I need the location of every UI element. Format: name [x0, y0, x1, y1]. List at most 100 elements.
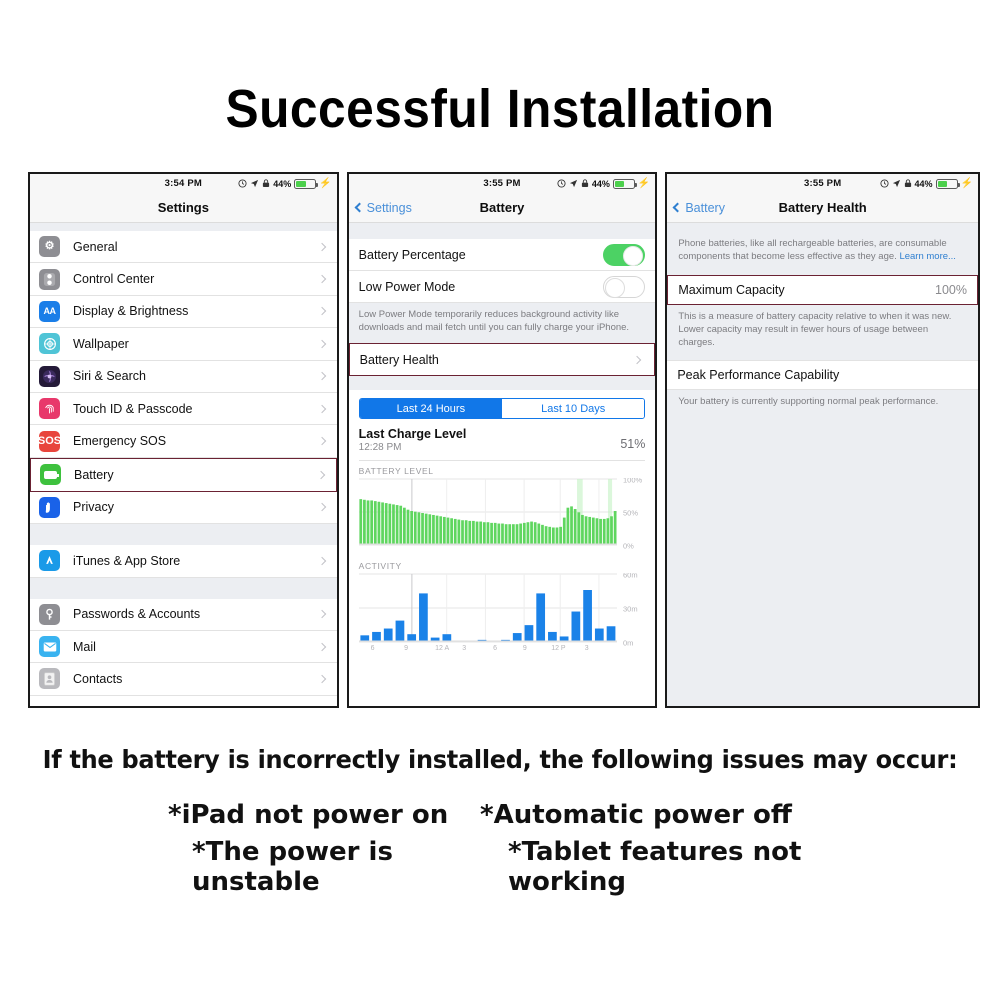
low-power-mode-row[interactable]: Low Power Mode — [348, 271, 656, 303]
svg-text:50%: 50% — [623, 509, 638, 518]
charging-bolt-icon: ⚡ — [319, 177, 332, 189]
status-bar-indicators: 44% ⚡ — [879, 174, 973, 193]
page-title: Successful Installation — [225, 79, 775, 139]
battery-health-nav-title: Battery Health — [778, 200, 867, 215]
sidebar-item-general[interactable]: ⚙ General — [30, 231, 337, 264]
list-group-gap — [30, 524, 337, 546]
sidebar-item-passwords-accounts[interactable]: Passwords & Accounts — [30, 598, 337, 631]
chevron-right-icon — [317, 274, 326, 284]
issue-item: *Automatic power off — [480, 800, 792, 830]
list-group-gap — [30, 577, 337, 599]
svg-text:9: 9 — [523, 645, 527, 652]
settings-screen: 3:54 PM 44% ⚡ Settings ⚙ General Control… — [28, 172, 339, 708]
sidebar-item-display-brightness[interactable]: AA Display & Brightness — [30, 295, 337, 329]
battery-health-label: Battery Health — [359, 352, 439, 367]
battery-health-row[interactable]: Battery Health — [348, 343, 656, 377]
chevron-right-icon — [317, 372, 326, 381]
svg-text:3: 3 — [462, 645, 466, 652]
last-charge-level-time: 12:28 PM — [358, 442, 402, 454]
siri-icon — [39, 365, 60, 387]
sidebar-item-touch-id-passcode[interactable]: Touch ID & Passcode — [30, 392, 337, 426]
status-bar-indicators: 44% ⚡ — [557, 174, 650, 193]
issues-list: *iPad not power on *Automatic power off … — [0, 800, 1000, 904]
battery-icon — [935, 178, 960, 189]
app-store-icon — [39, 550, 60, 572]
chevron-right-icon — [317, 556, 326, 566]
sidebar-item-itunes-app-store[interactable]: iTunes & App Store — [30, 545, 337, 578]
battery-percentage-row[interactable]: Battery Percentage — [348, 239, 656, 271]
touch-id-icon — [39, 398, 60, 420]
screenshot-panels: 3:54 PM 44% ⚡ Settings ⚙ General Control… — [28, 172, 980, 708]
section-gap — [348, 223, 656, 239]
activity-chart-title: ACTIVITY — [348, 556, 656, 574]
battery-health-intro: Phone batteries, like all rechargeable b… — [667, 223, 978, 276]
chevron-right-icon — [317, 674, 326, 684]
time-range-segmented-control[interactable]: Last 24 Hours Last 10 Days — [348, 390, 656, 424]
segment-last-10-days[interactable]: Last 10 Days — [502, 399, 645, 419]
battery-health-screen: 3:55 PM 44% ⚡ Battery Battery Health Pho… — [665, 172, 980, 708]
low-power-mode-label: Low Power Mode — [358, 279, 456, 294]
chevron-right-icon — [317, 404, 326, 413]
chevron-right-icon — [317, 642, 326, 651]
chevron-right-icon — [317, 307, 326, 316]
svg-text:0%: 0% — [623, 542, 634, 551]
status-bar-battery-percent: 44% — [591, 178, 610, 189]
alarm-icon — [879, 179, 889, 188]
sidebar-item-siri-search[interactable]: Siri & Search — [30, 360, 337, 393]
battery-nav-bar: Settings Battery — [348, 193, 656, 223]
chevron-right-icon — [317, 339, 326, 349]
section-gap — [348, 376, 656, 391]
svg-text:6: 6 — [370, 645, 374, 652]
battery-health-nav-bar: Battery Battery Health — [667, 193, 978, 223]
battery-percentage-toggle[interactable] — [603, 243, 646, 266]
peak-performance-header: Peak Performance Capability — [667, 359, 978, 390]
privacy-hand-icon — [39, 496, 60, 518]
peak-performance-note: Your battery is currently supporting nor… — [667, 389, 978, 419]
learn-more-link[interactable]: Learn more... — [899, 251, 956, 262]
chevron-right-icon — [317, 242, 326, 251]
low-power-mode-toggle[interactable] — [603, 275, 646, 298]
activity-chart: 60m 30m 0m 6 9 12 A 3 6 9 12 P 3 — [348, 573, 656, 656]
status-bar-indicators: 44% ⚡ — [238, 174, 332, 193]
status-bar: 3:55 PM 44% ⚡ — [348, 174, 656, 193]
settings-nav-bar: Settings — [30, 193, 337, 223]
list-group-gap — [30, 223, 337, 231]
sidebar-item-label: iTunes & App Store — [73, 553, 181, 568]
maximum-capacity-note: This is a measure of battery capacity re… — [667, 305, 978, 360]
battery-level-chart: 100% 50% 0% — [348, 478, 656, 557]
sidebar-item-contacts[interactable]: Contacts — [30, 663, 337, 696]
sidebar-item-control-center[interactable]: Control Center — [30, 263, 337, 296]
sidebar-item-label: Display & Brightness — [73, 304, 189, 319]
gear-icon: ⚙ — [39, 236, 60, 258]
last-charge-level-percent: 51% — [620, 437, 646, 452]
orientation-lock-icon — [581, 179, 588, 188]
sidebar-item-mail[interactable]: Mail — [30, 630, 337, 664]
sidebar-item-label: Mail — [73, 639, 96, 654]
location-arrow-icon — [569, 179, 577, 188]
empty-space — [667, 418, 978, 706]
sidebar-item-privacy[interactable]: Privacy — [30, 491, 337, 525]
chevron-right-icon — [633, 355, 642, 364]
low-power-mode-note: Low Power Mode temporarily reduces backg… — [348, 303, 656, 344]
battery-percentage-label: Battery Percentage — [358, 247, 466, 262]
sidebar-item-emergency-sos[interactable]: SOS Emergency SOS — [30, 425, 337, 458]
svg-text:60m: 60m — [623, 573, 638, 580]
issue-item: *iPad not power on — [168, 800, 449, 830]
display-brightness-icon: AA — [39, 300, 60, 322]
sidebar-item-label: Contacts — [73, 671, 123, 686]
orientation-lock-icon — [904, 179, 911, 188]
warning-headline: If the battery is incorrectly installed,… — [42, 745, 958, 774]
sidebar-item-label: Control Center — [73, 272, 155, 287]
charging-bolt-icon: ⚡ — [960, 177, 973, 189]
wallpaper-icon — [39, 333, 60, 355]
chevron-right-icon — [317, 436, 326, 446]
status-bar: 3:55 PM 44% ⚡ — [667, 174, 978, 193]
maximum-capacity-value: 100% — [935, 283, 967, 298]
alarm-icon — [557, 179, 566, 188]
svg-text:100%: 100% — [623, 478, 643, 485]
segment-last-24-hours[interactable]: Last 24 Hours — [359, 399, 503, 419]
sidebar-item-battery[interactable]: Battery — [30, 457, 337, 492]
sidebar-item-wallpaper[interactable]: Wallpaper — [30, 328, 337, 361]
svg-text:12 P: 12 P — [551, 645, 566, 652]
sidebar-item-label: General — [73, 239, 118, 254]
